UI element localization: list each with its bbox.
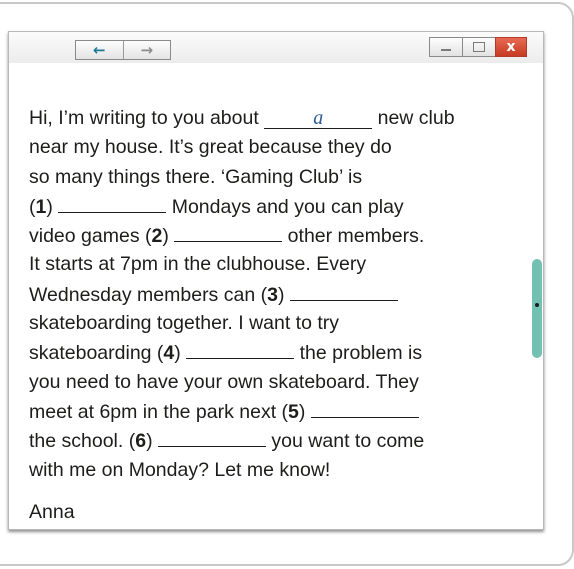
email-text: It starts at 7pm in the clubhouse. Every <box>29 253 367 276</box>
email-line: (1) Mondays and you can play <box>29 192 519 221</box>
email-text: ) <box>146 430 159 453</box>
email-line: Wednesday members can (3) <box>29 280 519 309</box>
email-line: you need to have your own skateboard. Th… <box>29 368 519 397</box>
email-text: skateboarding ( <box>29 342 164 365</box>
email-text: video games ( <box>29 225 152 248</box>
email-line: Hi, I’m writing to you about a new club <box>29 104 519 133</box>
email-text: ) <box>46 195 59 218</box>
answer-blank-6[interactable] <box>158 426 267 448</box>
maximize-icon[interactable] <box>462 37 496 57</box>
navigation-buttons: ← → <box>75 40 171 60</box>
scrollbar-grip-icon <box>535 303 539 307</box>
answer-blank-4[interactable] <box>186 338 295 360</box>
email-text: skateboarding together. I want to try <box>29 312 340 335</box>
email-text: new club <box>372 107 455 129</box>
email-text: ) <box>162 225 175 248</box>
email-text: the problem is <box>294 342 423 365</box>
window-titlebar: ← → x <box>9 32 543 63</box>
email-text: ) <box>277 283 290 306</box>
email-line: skateboarding (4) the problem is <box>29 338 519 367</box>
email-text: you want to come <box>266 430 425 453</box>
forward-arrow-icon[interactable]: → <box>124 41 171 59</box>
answer-blank-3[interactable] <box>289 280 398 301</box>
email-signature: Anna <box>29 501 75 523</box>
email-text: meet at 6pm in the park next ( <box>29 400 289 423</box>
answer-blank-1[interactable] <box>58 192 167 213</box>
answer-blank-5[interactable] <box>310 397 419 418</box>
email-text: Wednesday members can ( <box>29 283 268 306</box>
email-text: other members. <box>282 225 425 248</box>
email-body: Hi, I’m writing to you about a new club n… <box>29 104 519 485</box>
email-text: ) <box>174 342 187 365</box>
question-number: 2 <box>151 225 163 248</box>
minimize-icon[interactable] <box>429 37 463 57</box>
email-text: ) <box>298 400 311 423</box>
question-number: 3 <box>267 283 278 306</box>
email-window: ← → x Hi, I’m writing to you about a new… <box>8 31 544 530</box>
window-controls: x <box>429 37 527 57</box>
question-number: 1 <box>35 195 47 218</box>
answer-blank-2[interactable] <box>174 221 283 243</box>
email-text: with me on Monday? Let me know! <box>29 458 331 481</box>
email-text: you need to have your own skateboard. Th… <box>29 370 419 393</box>
email-line: near my house. It’s great because they d… <box>29 133 519 162</box>
email-text: Mondays and you can play <box>166 195 404 218</box>
email-line: meet at 6pm in the park next (5) <box>29 397 519 426</box>
example-answer: a <box>264 108 373 129</box>
question-number: 5 <box>288 400 299 423</box>
scrollbar-thumb[interactable] <box>532 259 542 358</box>
email-line: It starts at 7pm in the clubhouse. Every <box>29 250 519 279</box>
back-arrow-icon[interactable]: ← <box>76 41 124 59</box>
email-line: with me on Monday? Let me know! <box>29 456 519 485</box>
email-line: so many things there. ‘Gaming Club’ is <box>29 163 519 192</box>
email-line: video games (2) other members. <box>29 221 519 250</box>
email-line: skateboarding together. I want to try <box>29 309 519 338</box>
email-text: so many things there. ‘Gaming Club’ is <box>29 165 363 188</box>
question-number: 6 <box>135 430 147 453</box>
close-icon[interactable]: x <box>495 37 527 57</box>
email-line: the school. (6) you want to come <box>29 426 519 455</box>
email-text: the school. ( <box>29 430 136 453</box>
email-text: near my house. It’s great because they d… <box>29 136 392 159</box>
question-number: 4 <box>163 342 175 365</box>
email-text: Hi, I’m writing to you about <box>29 107 265 129</box>
